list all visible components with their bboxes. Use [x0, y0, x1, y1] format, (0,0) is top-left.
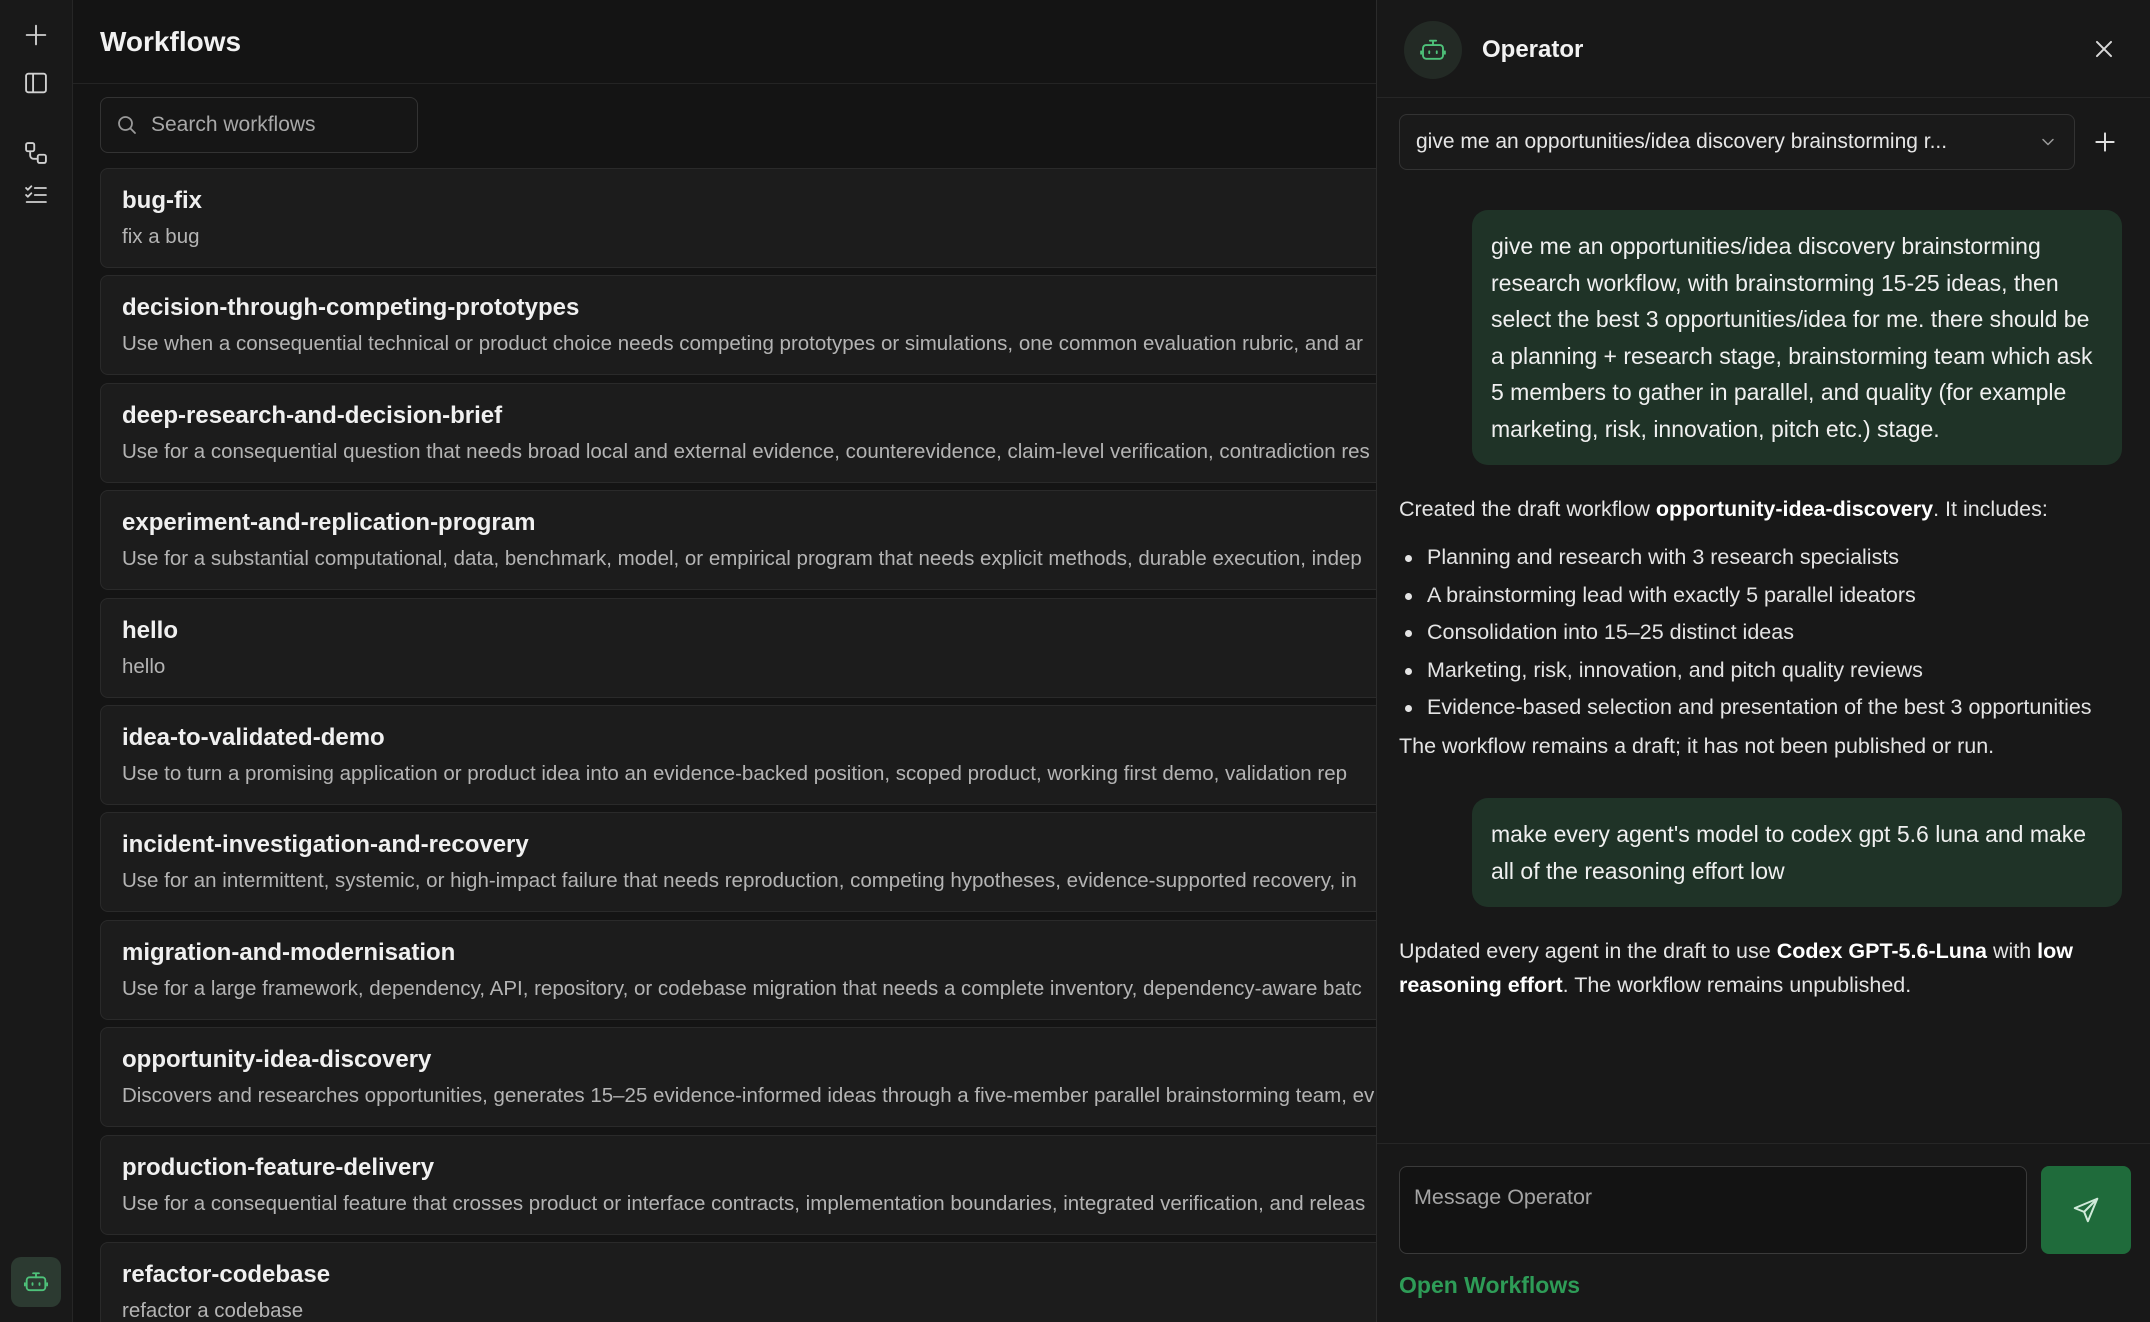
workflow-description: Use for a consequential feature that cro…: [122, 1191, 1366, 1215]
assistant-text: . It includes:: [1933, 497, 2048, 521]
toggle-sidebar-button[interactable]: [13, 60, 59, 106]
assistant-text: Updated every agent in the draft to use: [1399, 939, 1777, 963]
message-input[interactable]: [1414, 1185, 2012, 1235]
workflow-item[interactable]: incident-investigation-and-recovery Use f…: [100, 812, 1376, 913]
workflow-item[interactable]: decision-through-competing-prototypes Use…: [100, 275, 1376, 376]
operator-avatar: [1404, 21, 1462, 79]
workflow-name-highlight: opportunity-idea-discovery: [1655, 497, 1934, 521]
summary-list-item: Consolidation into 15–25 distinct ideas: [1399, 614, 2129, 652]
workflow-name: migration-and-modernisation: [122, 938, 456, 966]
workflows-header: Workflows: [73, 0, 1376, 84]
checklist-icon: [25, 185, 47, 203]
operator-panel: Operator give me an opportunities/idea d…: [1376, 0, 2150, 1322]
workflow-name: decision-through-competing-prototypes: [122, 294, 580, 322]
summary-list: Planning and research with 3 research sp…: [1399, 539, 2129, 727]
workflow-item[interactable]: migration-and-modernisation Use for a lar…: [100, 919, 1376, 1020]
workflow-item[interactable]: production-feature-delivery Use for a con…: [100, 1134, 1376, 1235]
send-button[interactable]: [2041, 1166, 2131, 1254]
assistant-text: . The workflow remains unpublished.: [1562, 973, 1912, 997]
workflow-item[interactable]: bug-fix fix a bug: [100, 168, 1376, 268]
page-title: Workflows: [100, 26, 242, 57]
workflow-name: hello: [122, 616, 179, 644]
workflow-name: incident-investigation-and-recovery: [122, 831, 529, 859]
workflow-item[interactable]: refactor-codebase refactor a codebase: [100, 1241, 1376, 1322]
model-highlight: Codex GPT-5.6-Luna: [1776, 939, 1987, 963]
summary-list-item: Evidence-based selection and presentatio…: [1399, 689, 2129, 727]
workflows-icon: [25, 142, 47, 164]
user-message: make every agent's model to codex gpt 5.…: [1472, 798, 2122, 907]
workflow-item[interactable]: hello hello: [100, 597, 1376, 698]
workflow-item[interactable]: opportunity-idea-discovery Discovers and …: [100, 1027, 1376, 1128]
summary-list-item: Marketing, risk, innovation, and pitch q…: [1399, 652, 2129, 690]
close-button[interactable]: [2087, 32, 2121, 66]
workflow-item[interactable]: experiment-and-replication-program Use fo…: [100, 490, 1376, 591]
operator-header: Operator: [1377, 0, 2150, 98]
workflow-list: bug-fix fix a bug decision-through-competi…: [100, 168, 1376, 1322]
new-session-button[interactable]: [2087, 124, 2123, 160]
new-button[interactable]: [13, 12, 59, 58]
workflow-name: deep-research-and-decision-brief: [122, 401, 503, 429]
user-message: give me an opportunities/idea discovery …: [1472, 210, 2122, 465]
workflow-description: Use for a large framework, dependency, A…: [122, 976, 1362, 1000]
workflow-name: production-feature-delivery: [122, 1153, 435, 1181]
workflow-name: experiment-and-replication-program: [122, 509, 536, 537]
send-icon: [2073, 1197, 2099, 1223]
workflow-description: hello: [122, 654, 166, 678]
search-icon: [118, 116, 136, 134]
message-composer[interactable]: [1399, 1166, 2027, 1254]
composer-area: Open Workflows: [1377, 1143, 2150, 1322]
workflow-description: refactor a codebase: [122, 1298, 304, 1322]
workflow-description: fix a bug: [122, 225, 200, 248]
open-workflows-link[interactable]: Open Workflows: [1399, 1272, 1580, 1299]
workflow-name: idea-to-validated-demo: [122, 723, 385, 751]
left-rail: [0, 0, 73, 1322]
assistant-text: The workflow remains a draft; it has not…: [1399, 733, 1995, 758]
operator-nav-button[interactable]: [11, 1257, 61, 1307]
sidebar-toggle-icon: [25, 72, 47, 94]
plus-icon: [25, 24, 47, 46]
workflow-name: opportunity-idea-discovery: [122, 1046, 432, 1074]
workflow-name: refactor-codebase: [122, 1260, 331, 1288]
chevron-down-icon: [2042, 138, 2054, 146]
bot-icon: [1420, 39, 1446, 60]
workflow-description: Use for a consequential question that ne…: [122, 439, 1370, 463]
workflow-name: bug-fix: [122, 187, 202, 214]
chat-thread: give me an opportunities/idea discovery …: [1377, 186, 2150, 1142]
app-window: Workflows bug-fix fix a bug decision-throu…: [0, 0, 2150, 1322]
assistant-message: Updated every agent in the draft to use …: [1399, 934, 2129, 1002]
summary-list-item: A brainstorming lead with exactly 5 para…: [1399, 577, 2129, 615]
operator-title: Operator: [1482, 36, 1584, 63]
workflow-description: Use for an intermittent, systemic, or hi…: [122, 869, 1357, 893]
workflows-panel: Workflows bug-fix fix a bug decision-throu…: [73, 0, 1376, 1322]
search-box[interactable]: [100, 97, 418, 153]
workflows-nav-button[interactable]: [13, 130, 59, 176]
workflow-description: Use to turn a promising application or p…: [122, 761, 1347, 785]
workflow-description: Use for a substantial computational, dat…: [122, 547, 1362, 571]
workflow-item[interactable]: deep-research-and-decision-brief Use for …: [100, 382, 1376, 483]
assistant-message: Created the draft workflow opportunity-i…: [1399, 492, 2129, 763]
workflow-description: Discovers and researches opportunities, …: [122, 1084, 1375, 1108]
workflow-description: Use when a consequential technical or pr…: [122, 332, 1363, 356]
operator-bot-icon: [23, 1272, 49, 1292]
session-title: give me an opportunities/idea discovery …: [1416, 130, 1948, 153]
tasks-nav-button[interactable]: [13, 172, 59, 218]
search-input[interactable]: [151, 113, 411, 137]
assistant-text: with: [1986, 939, 2038, 963]
summary-list-item: Planning and research with 3 research sp…: [1399, 539, 2129, 577]
assistant-text: Created the draft workflow: [1399, 497, 1656, 521]
workflow-item[interactable]: idea-to-validated-demo Use to turn a prom…: [100, 704, 1376, 805]
session-dropdown[interactable]: give me an opportunities/idea discovery …: [1399, 114, 2075, 170]
plus-icon: [2095, 132, 2115, 152]
close-icon: [2095, 40, 2113, 58]
